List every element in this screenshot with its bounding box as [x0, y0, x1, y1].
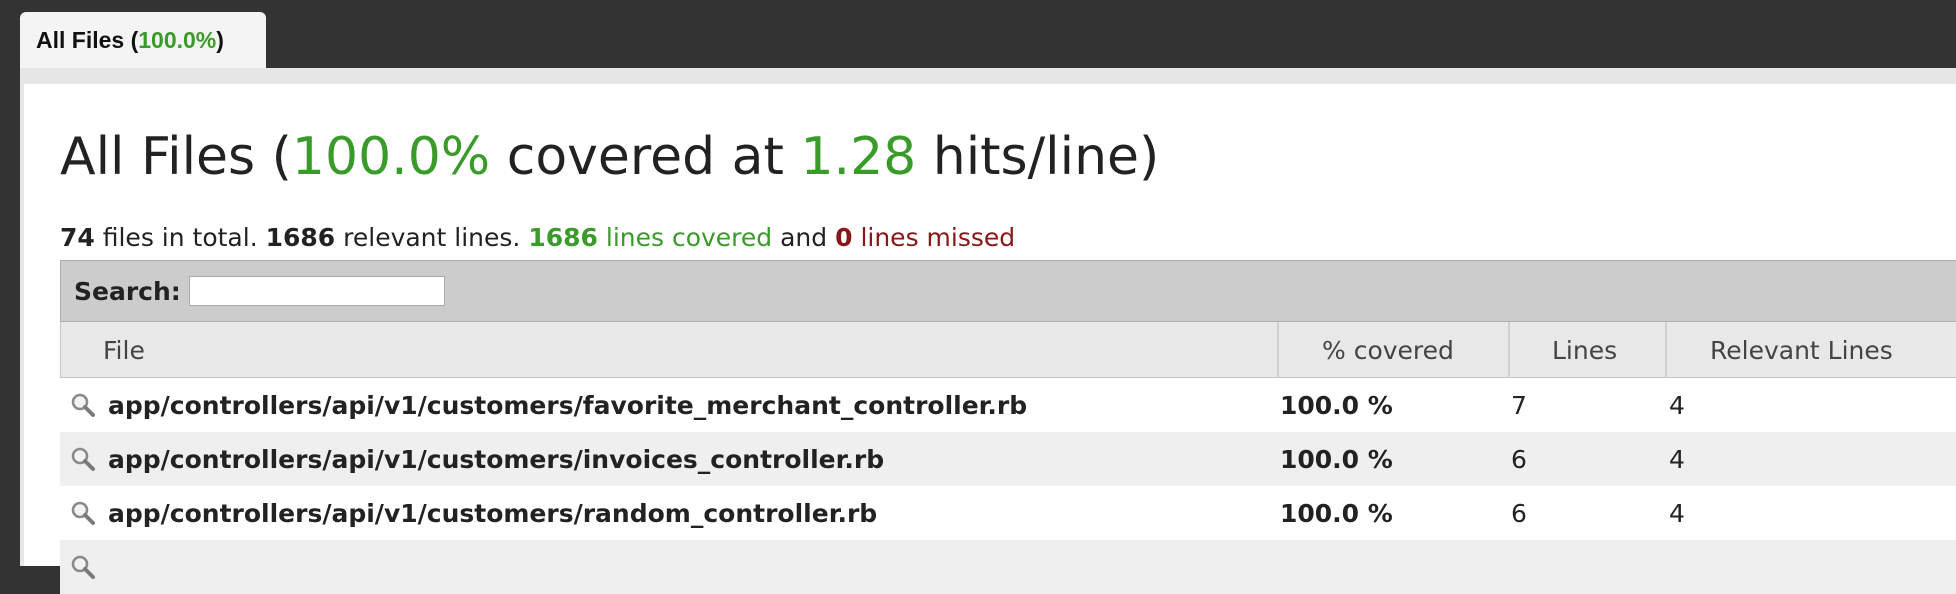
table-row: app/controllers/api/v1/customers/favorit…	[60, 378, 1956, 432]
magnifier-icon	[70, 446, 96, 472]
covered-percent: 100.0 %	[1280, 498, 1393, 528]
content-frame: All Files (100.0% covered at 1.28 hits/l…	[20, 68, 1956, 594]
file-name: app/controllers/api/v1/customers/random_…	[108, 498, 878, 528]
tab-bar: All Files (100.0%)	[0, 0, 1956, 68]
magnifier-icon	[70, 554, 96, 580]
header-covered[interactable]: % covered	[1278, 322, 1509, 378]
covered-percent: 100.0 %	[1280, 390, 1393, 420]
tab-all-files[interactable]: All Files (100.0%)	[20, 12, 266, 68]
table-row: app/controllers/api/v1/customers/random_…	[60, 486, 1956, 540]
file-name: app/controllers/api/v1/customers/favorit…	[108, 390, 1028, 420]
relevant-count: 1686	[265, 223, 336, 252]
magnifier-icon	[70, 500, 96, 526]
search-label: Search:	[74, 276, 181, 306]
file-link[interactable]: app/controllers/api/v1/customers/favorit…	[70, 378, 1027, 432]
title-prefix: All Files (	[60, 127, 292, 187]
lines-count: 6	[1511, 444, 1527, 474]
lines-count: 7	[1511, 390, 1527, 420]
relevant-lines-count: 4	[1669, 390, 1685, 420]
relevant-text: relevant lines.	[335, 223, 529, 252]
relevant-lines-count: 4	[1669, 444, 1685, 474]
header-file[interactable]: File	[61, 322, 1278, 378]
missed-count: 0	[835, 223, 853, 252]
header-lines[interactable]: Lines	[1509, 322, 1666, 378]
title-middle: covered at	[490, 127, 801, 187]
missed-text: lines missed	[852, 223, 1016, 252]
search-bar: Search:	[60, 260, 1956, 322]
tab-label-prefix: All Files (	[36, 26, 139, 53]
table-row: app/controllers/api/v1/customers/invoice…	[60, 432, 1956, 486]
covered-count: 1686	[528, 223, 598, 252]
title-percent: 100.0%	[291, 127, 491, 187]
covered-percent: 100.0 %	[1280, 444, 1393, 474]
search-input[interactable]	[188, 276, 445, 306]
files-text: files in total.	[94, 223, 266, 252]
magnifier-icon	[70, 392, 96, 418]
file-link[interactable]	[70, 540, 108, 594]
page-title: All Files (100.0% covered at 1.28 hits/l…	[60, 126, 1159, 188]
covered-text: lines covered	[597, 223, 773, 252]
header-relevant-lines[interactable]: Relevant Lines	[1666, 322, 1956, 378]
relevant-lines-count: 4	[1669, 498, 1685, 528]
tab-label-suffix: )	[216, 26, 224, 53]
file-table: File % covered Lines Relevant Lines app/…	[60, 322, 1956, 594]
file-name: app/controllers/api/v1/customers/invoice…	[108, 444, 885, 474]
table-header: File % covered Lines Relevant Lines	[60, 322, 1956, 378]
table-row	[60, 540, 1956, 594]
lines-count: 6	[1511, 498, 1527, 528]
files-count: 74	[60, 223, 95, 252]
title-suffix: hits/line)	[916, 127, 1160, 187]
content-panel: All Files (100.0% covered at 1.28 hits/l…	[24, 84, 1956, 594]
file-link[interactable]: app/controllers/api/v1/customers/random_…	[70, 486, 877, 540]
title-hits: 1.28	[800, 127, 917, 187]
tab-percent: 100.0%	[138, 26, 217, 53]
and-text: and	[772, 223, 836, 252]
coverage-summary: 74 files in total. 1686 relevant lines. …	[60, 222, 1015, 254]
file-link[interactable]: app/controllers/api/v1/customers/invoice…	[70, 432, 884, 486]
